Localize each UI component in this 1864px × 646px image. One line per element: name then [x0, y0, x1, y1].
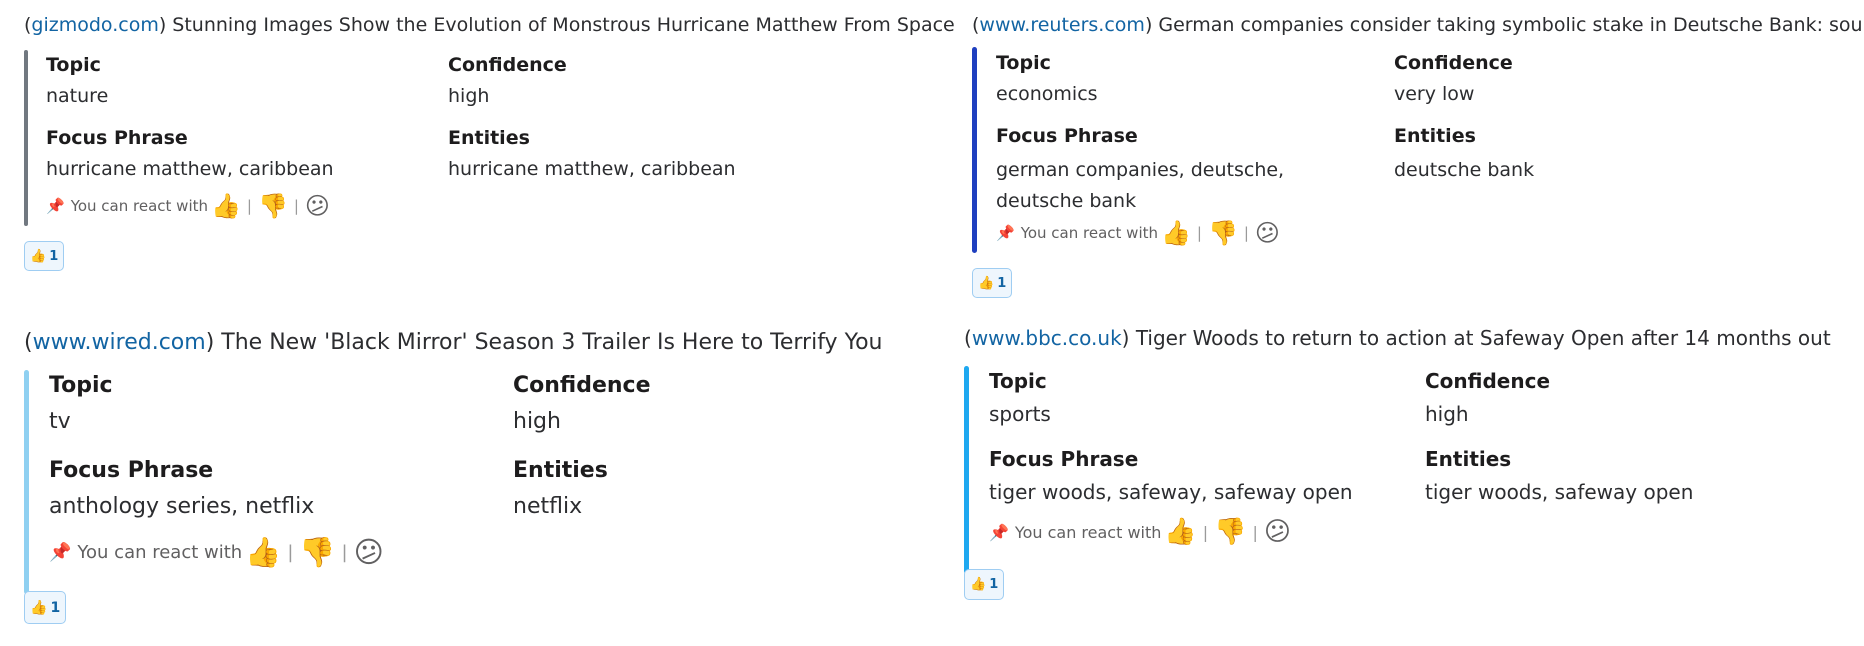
- thumbs-down-icon: 👎: [1214, 517, 1247, 547]
- attachment-color-bar: [972, 47, 977, 253]
- separator: |: [1252, 522, 1258, 542]
- thumbs-down-icon: 👎: [1207, 219, 1238, 247]
- entities-label: Entities: [513, 458, 608, 483]
- confused-face-icon: 😕: [353, 535, 384, 569]
- message-card: (gizmodo.com) Stunning Images Show the E…: [24, 0, 955, 290]
- separator: |: [293, 197, 299, 215]
- topic-value: nature: [46, 85, 109, 107]
- focus-phrase-value: anthology series, netflix: [49, 494, 315, 519]
- pushpin-icon: 📌: [989, 522, 1009, 542]
- confidence-value: high: [448, 85, 490, 107]
- confidence-value: high: [513, 409, 561, 434]
- topic-label: Topic: [989, 369, 1047, 393]
- attachment-color-bar: [964, 366, 969, 574]
- topic-label: Topic: [46, 54, 101, 76]
- focus-phrase-value: tiger woods, safeway, safeway open: [989, 480, 1353, 504]
- focus-phrase-value: german companies, deutsche, deutsche ban…: [996, 159, 1285, 212]
- entities-label: Entities: [1425, 447, 1512, 471]
- entities-value: netflix: [513, 494, 583, 519]
- reaction-pill[interactable]: 👍 1: [964, 569, 1005, 600]
- reaction-pill[interactable]: 👍 1: [24, 591, 67, 624]
- source-link[interactable]: www.wired.com: [33, 330, 206, 355]
- thumbs-up-icon: 👍: [1164, 517, 1197, 547]
- pushpin-icon: 📌: [49, 541, 72, 563]
- separator: |: [1243, 224, 1249, 242]
- article-title: Stunning Images Show the Evolution of Mo…: [172, 14, 955, 36]
- thumbs-down-icon: 👎: [257, 192, 288, 220]
- message-headline: (www.reuters.com) German companies consi…: [972, 14, 1864, 36]
- thumbs-up-icon: 👍: [30, 599, 48, 616]
- topic-value: sports: [989, 402, 1051, 426]
- react-hint-text: You can react with: [77, 541, 243, 563]
- confused-face-icon: 😕: [1263, 517, 1292, 547]
- pushpin-icon: 📌: [996, 224, 1015, 242]
- message-headline: (www.bbc.co.uk) Tiger Woods to return to…: [964, 326, 1831, 350]
- topic-label: Topic: [996, 52, 1051, 74]
- thumbs-up-icon: 👍: [1161, 219, 1191, 247]
- confidence-label: Confidence: [513, 373, 651, 398]
- thumbs-down-icon: 👎: [299, 534, 336, 569]
- confidence-label: Confidence: [1425, 369, 1551, 393]
- thumbs-up-icon: 👍: [245, 534, 282, 569]
- topic-label: Topic: [49, 373, 113, 398]
- react-hint-text: You can react with: [1020, 224, 1159, 242]
- confidence-label: Confidence: [448, 54, 567, 76]
- entities-label: Entities: [448, 127, 530, 149]
- react-hint: 📌 You can react with 👍 | 👎 | 😕: [46, 190, 333, 222]
- react-hint: 📌 You can react with 👍 | 👎 | 😕: [49, 533, 387, 571]
- separator: |: [246, 197, 252, 215]
- entities-value: deutsche bank: [1394, 159, 1535, 181]
- react-hint: 📌 You can react with 👍 | 👎 | 😕: [989, 515, 1294, 549]
- source-link[interactable]: www.bbc.co.uk: [972, 326, 1122, 350]
- focus-phrase-label: Focus Phrase: [989, 447, 1139, 471]
- reaction-pill[interactable]: 👍 1: [24, 241, 65, 271]
- confused-face-icon: 😕: [1254, 219, 1280, 247]
- entities-value: hurricane matthew, caribbean: [448, 158, 736, 180]
- attachment-color-bar: [24, 370, 29, 594]
- entities-value: tiger woods, safeway open: [1425, 480, 1694, 504]
- reaction-count: 1: [989, 577, 999, 592]
- thumbs-up-icon: 👍: [211, 192, 241, 220]
- reaction-count: 1: [49, 248, 59, 264]
- confidence-value: very low: [1394, 83, 1475, 105]
- separator: |: [341, 541, 348, 563]
- topic-value: tv: [49, 409, 71, 434]
- focus-phrase-label: Focus Phrase: [49, 458, 214, 483]
- message-card: (www.reuters.com) German companies consi…: [972, 0, 1864, 310]
- react-hint-text: You can react with: [1014, 522, 1162, 542]
- focus-phrase-label: Focus Phrase: [46, 127, 188, 149]
- focus-phrase-label: Focus Phrase: [996, 125, 1138, 147]
- message-headline: (gizmodo.com) Stunning Images Show the E…: [24, 14, 955, 36]
- confused-face-icon: 😕: [304, 192, 330, 220]
- attachment-color-bar: [24, 50, 28, 226]
- focus-phrase-value: hurricane matthew, caribbean: [46, 158, 334, 180]
- message-card: (www.wired.com) The New 'Black Mirror' S…: [24, 320, 944, 646]
- message-headline: (www.wired.com) The New 'Black Mirror' S…: [24, 330, 883, 355]
- reaction-count: 1: [997, 275, 1007, 291]
- confidence-label: Confidence: [1394, 52, 1513, 74]
- thumbs-up-icon: 👍: [30, 248, 47, 264]
- message-card: (www.bbc.co.uk) Tiger Woods to return to…: [964, 320, 1864, 646]
- article-title: Tiger Woods to return to action at Safew…: [1135, 326, 1831, 350]
- thumbs-up-icon: 👍: [970, 577, 987, 592]
- source-link[interactable]: gizmodo.com: [31, 14, 158, 36]
- reaction-count: 1: [50, 599, 61, 616]
- confidence-value: high: [1425, 402, 1469, 426]
- pushpin-icon: 📌: [46, 197, 65, 215]
- separator: |: [287, 541, 294, 563]
- separator: |: [1196, 224, 1202, 242]
- source-link[interactable]: www.reuters.com: [979, 14, 1145, 36]
- separator: |: [1202, 522, 1209, 542]
- thumbs-up-icon: 👍: [978, 275, 995, 291]
- reaction-pill[interactable]: 👍 1: [972, 268, 1013, 298]
- react-hint: 📌 You can react with 👍 | 👎 | 😕: [996, 217, 1283, 249]
- article-title: German companies consider taking symboli…: [1158, 14, 1864, 36]
- react-hint-text: You can react with: [70, 197, 209, 215]
- entities-label: Entities: [1394, 125, 1476, 147]
- topic-value: economics: [996, 83, 1098, 105]
- article-title: The New 'Black Mirror' Season 3 Trailer …: [221, 330, 883, 355]
